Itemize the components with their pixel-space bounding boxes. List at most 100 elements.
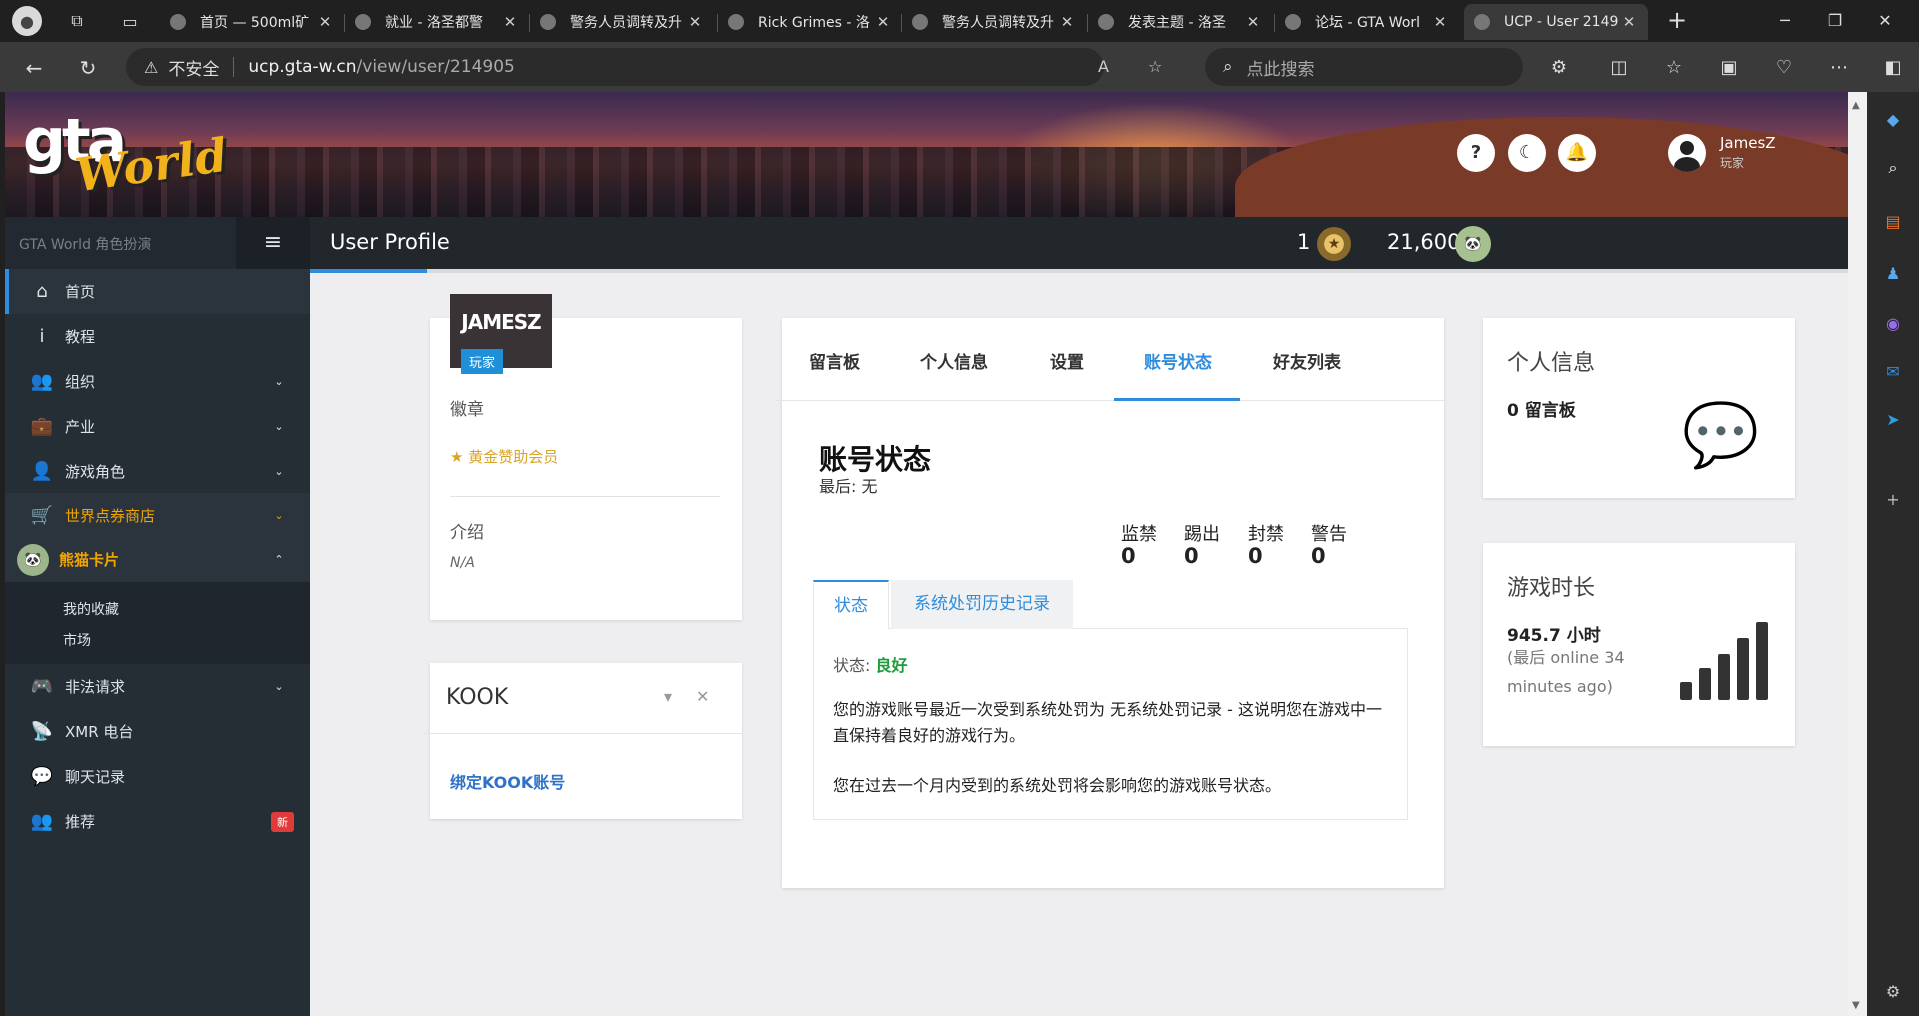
scroll-down-icon[interactable]: ▼	[1852, 1000, 1860, 1011]
browser-tab[interactable]: Rick Grimes - 洛 ✕	[718, 4, 902, 40]
gta-world-logo[interactable]: gta World	[23, 106, 230, 202]
sidebar-item[interactable]: 👥 推荐 新	[5, 799, 310, 844]
sidebar-item[interactable]: 🐼 熊猫卡片 ⌃	[5, 537, 310, 582]
games-icon[interactable]: ♟	[1879, 260, 1907, 288]
tag-icon[interactable]: ◆	[1879, 106, 1907, 134]
notifications-bell-icon[interactable]: 🔔	[1558, 134, 1596, 172]
sidebar-item[interactable]: 💬 聊天记录	[5, 754, 310, 799]
gold-member-badge[interactable]: ★ 黄金赞助会员	[450, 446, 558, 467]
user-name[interactable]: JamesZ	[1720, 134, 1776, 152]
bind-kook-link[interactable]: 绑定KOOK账号	[450, 769, 565, 793]
tab-close-icon[interactable]: ✕	[686, 13, 704, 31]
chevron-down-icon: ⌄	[274, 420, 284, 433]
sidebar-item[interactable]: 💼 产业 ⌄	[5, 404, 310, 449]
subtab-status[interactable]: 状态	[813, 580, 889, 629]
tab-personal-info[interactable]: 个人信息	[920, 348, 988, 373]
tab-settings[interactable]: 设置	[1050, 348, 1084, 373]
edge-search-icon[interactable]: ⌕	[1879, 154, 1907, 182]
send-icon[interactable]: ➤	[1879, 406, 1907, 434]
stat-ban-label: 封禁	[1248, 524, 1284, 545]
message-board-count[interactable]: 0 留言板	[1507, 396, 1576, 421]
refresh-icon[interactable]: ↻	[74, 54, 102, 82]
browser-tab[interactable]: 就业 - 洛圣都警 ✕	[345, 4, 529, 40]
browser-tab[interactable]: 论坛 - GTA Worl ✕	[1275, 4, 1459, 40]
favorite-star-icon[interactable]: ☆	[1148, 57, 1162, 76]
collections-icon[interactable]: ▣	[1715, 54, 1743, 82]
tab-account-status[interactable]: 账号状态	[1144, 348, 1212, 373]
tab-close-icon[interactable]: ✕	[1058, 13, 1076, 31]
page-scrollbar[interactable]: ▲ ▼	[1848, 92, 1867, 1016]
users-icon: 👥	[30, 371, 54, 392]
close-window-button[interactable]: ✕	[1871, 8, 1899, 34]
url-field[interactable]: ⚠ 不安全 ucp.gta-w.cn/view/user/214905 A ☆	[126, 48, 1162, 86]
security-label[interactable]: 不安全	[168, 55, 219, 80]
split-screen-icon[interactable]: ◫	[1605, 54, 1633, 82]
help-button[interactable]: ?	[1457, 134, 1495, 172]
tab-friends-list[interactable]: 好友列表	[1273, 348, 1341, 373]
url-divider	[233, 57, 235, 77]
tab-title: 警务人员调转及升	[942, 15, 1054, 31]
close-icon[interactable]: ✕	[696, 687, 709, 706]
extensions-icon[interactable]: ⚙	[1545, 54, 1573, 82]
user-icon: 👤	[30, 461, 54, 482]
hamburger-menu-icon[interactable]: ≡	[236, 217, 310, 269]
browser-tab[interactable]: 首页 — 500ml矿 ✕	[160, 4, 344, 40]
restore-button[interactable]: ❐	[1821, 8, 1849, 34]
tab-close-icon[interactable]: ✕	[316, 13, 334, 31]
new-tab-button[interactable]: +	[1664, 8, 1690, 34]
browser-search-input[interactable]: ⌕ 点此搜索	[1205, 48, 1523, 86]
read-aloud-icon[interactable]: A	[1098, 57, 1109, 76]
favorites-icon[interactable]: ☆	[1660, 54, 1688, 82]
sidebar-item-label: 游戏角色	[65, 463, 126, 481]
tab-actions-icon[interactable]: ▭	[117, 8, 143, 34]
sidebar-item[interactable]: ⌂ 首页	[5, 269, 310, 314]
tab-message-board[interactable]: 留言板	[809, 348, 860, 373]
dark-mode-button[interactable]: ☾	[1508, 134, 1546, 172]
copilot-icon[interactable]: ◉	[1879, 310, 1907, 338]
sidebar-subitem[interactable]: 市场	[63, 630, 91, 650]
sidebar-item[interactable]: 👥 组织 ⌄	[5, 359, 310, 404]
sidebar-item[interactable]: i 教程	[5, 314, 310, 359]
browser-tab[interactable]: 发表主题 - 洛圣 ✕	[1088, 4, 1272, 40]
profile-icon[interactable]: ●	[12, 6, 42, 36]
tab-close-icon[interactable]: ✕	[1620, 13, 1638, 31]
tab-close-icon[interactable]: ✕	[874, 13, 892, 31]
sidebar-item[interactable]: 🛒 世界点券商店 ⌄	[5, 493, 310, 538]
header-banner: gta World ? ☾ 🔔 JamesZ 玩家	[5, 92, 1848, 217]
sidebar-item-label: 世界点券商店	[65, 507, 156, 525]
tools-icon[interactable]: ▤	[1879, 208, 1907, 236]
more-menu-icon[interactable]: ⋯	[1825, 54, 1853, 82]
tab-close-icon[interactable]: ✕	[1431, 13, 1449, 31]
user-avatar[interactable]	[1668, 134, 1706, 172]
cart-icon: 🛒	[30, 505, 54, 526]
tab-favicon-icon	[1285, 14, 1301, 30]
chat-icon: 💬	[30, 766, 54, 787]
workspaces-icon[interactable]: ⧉	[64, 8, 90, 34]
browser-tab[interactable]: 警务人员调转及升 ✕	[530, 4, 714, 40]
settings-gear-icon[interactable]: ⚙	[1879, 978, 1907, 1006]
status-label: 状态:	[833, 656, 876, 675]
page-title: User Profile	[330, 230, 450, 254]
tab-close-icon[interactable]: ✕	[1244, 13, 1262, 31]
collapse-icon[interactable]: ▾	[664, 687, 672, 706]
tab-title: Rick Grimes - 洛	[758, 15, 870, 31]
tab-title: 警务人员调转及升	[570, 15, 682, 31]
outlook-icon[interactable]: ✉	[1879, 358, 1907, 386]
performance-icon[interactable]: ♡	[1770, 54, 1798, 82]
panda-submenu	[5, 582, 310, 664]
minimize-button[interactable]: ─	[1771, 8, 1799, 34]
scroll-up-icon[interactable]: ▲	[1852, 100, 1860, 111]
sidebar-item[interactable]: 👤 游戏角色 ⌄	[5, 449, 310, 494]
subtab-penalty-history[interactable]: 系统处罚历史记录	[891, 580, 1073, 629]
back-arrow-icon[interactable]: ←	[20, 54, 48, 82]
sidebar-item[interactable]: 📡 XMR 电台	[5, 709, 310, 754]
browser-tab[interactable]: 警务人员调转及升 ✕	[902, 4, 1086, 40]
sidebar-item[interactable]: 🎮 非法请求 ⌄	[5, 664, 310, 709]
status-line: 状态: 良好	[833, 652, 908, 676]
sidebar-subitem[interactable]: 我的收藏	[63, 599, 119, 619]
tab-close-icon[interactable]: ✕	[501, 13, 519, 31]
add-icon[interactable]: +	[1879, 486, 1907, 514]
sidebar-toggle-icon[interactable]: ◧	[1879, 54, 1907, 82]
user-role: 玩家	[1720, 156, 1745, 170]
browser-tab[interactable]: UCP - User 2149 ✕	[1464, 4, 1648, 40]
